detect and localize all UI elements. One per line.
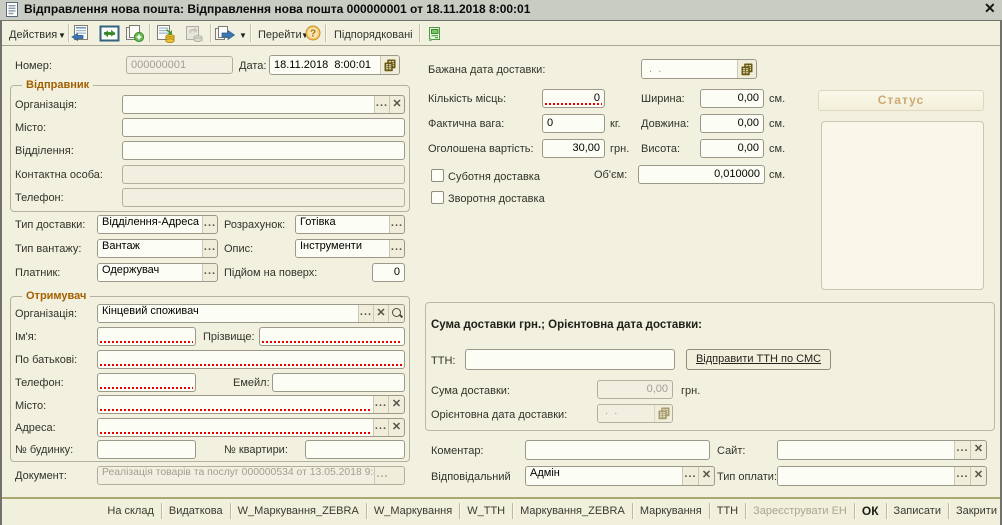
svg-text:?: ? <box>310 29 316 40</box>
